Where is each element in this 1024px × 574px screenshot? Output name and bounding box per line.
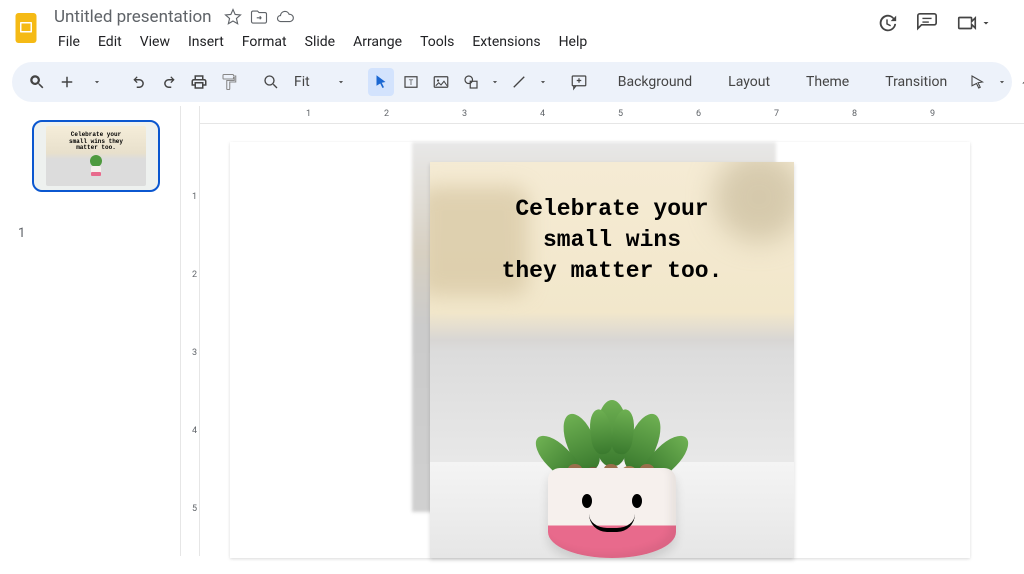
redo-button[interactable] xyxy=(156,68,182,96)
vertical-ruler: 1 2 3 4 5 xyxy=(180,106,200,556)
menu-arrange[interactable]: Arrange xyxy=(345,32,410,52)
hruler-tick: 1 xyxy=(306,109,311,119)
version-history-icon[interactable] xyxy=(876,12,898,34)
layout-button[interactable]: Layout xyxy=(718,68,780,96)
menu-tools[interactable]: Tools xyxy=(412,32,462,52)
menu-file[interactable]: File xyxy=(50,32,88,52)
star-icon[interactable] xyxy=(224,8,242,26)
textbox-button[interactable]: T xyxy=(398,68,424,96)
transition-button[interactable]: Transition xyxy=(875,68,957,96)
succulent-icon xyxy=(542,366,682,476)
menu-help[interactable]: Help xyxy=(551,32,596,52)
menu-format[interactable]: Format xyxy=(234,32,295,52)
slide-canvas[interactable]: Celebrate your small wins they matter to… xyxy=(200,124,1024,574)
hruler-tick: 9 xyxy=(930,109,935,119)
thumb-preview: Celebrate your small wins they matter to… xyxy=(46,126,146,186)
svg-text:T: T xyxy=(408,78,413,87)
title-area: Untitled presentation File Edit View Ins… xyxy=(50,6,866,54)
line-dropdown[interactable] xyxy=(536,68,550,96)
cloud-status-icon[interactable] xyxy=(276,8,294,26)
new-slide-dropdown[interactable] xyxy=(84,68,110,96)
comment-icon[interactable] xyxy=(916,12,938,34)
vruler-tick: 5 xyxy=(183,504,197,514)
hruler-tick: 8 xyxy=(852,109,857,119)
film-strip[interactable]: Celebrate your small wins they matter to… xyxy=(0,106,180,556)
hruler-tick: 2 xyxy=(384,109,389,119)
background-button[interactable]: Background xyxy=(608,68,702,96)
search-menu-button[interactable] xyxy=(24,68,50,96)
new-slide-button[interactable] xyxy=(54,68,80,96)
canvas-column: 1 2 3 4 5 6 7 8 9 Celebrate your small w… xyxy=(200,106,1024,556)
menu-view[interactable]: View xyxy=(132,32,178,52)
print-button[interactable] xyxy=(186,68,212,96)
move-folder-icon[interactable] xyxy=(250,8,268,26)
theme-button[interactable]: Theme xyxy=(796,68,859,96)
present-icon[interactable] xyxy=(956,12,978,34)
smile-icon xyxy=(589,514,635,532)
thumb-plant-icon xyxy=(84,152,108,184)
mode-dropdown[interactable] xyxy=(995,68,1009,96)
vruler-tick: 3 xyxy=(183,348,197,358)
doc-title[interactable]: Untitled presentation xyxy=(50,6,216,28)
slides-logo-icon xyxy=(12,10,40,46)
mode-selector-icon[interactable] xyxy=(965,68,991,96)
eye-icon xyxy=(582,494,592,508)
image-button[interactable] xyxy=(428,68,454,96)
header-bar: Untitled presentation File Edit View Ins… xyxy=(0,0,1024,58)
zoom-button[interactable] xyxy=(258,68,284,96)
shape-dropdown[interactable] xyxy=(488,68,502,96)
inspirational-text: Celebrate your small wins they matter to… xyxy=(450,194,774,287)
pot-icon xyxy=(548,468,676,558)
hruler-tick: 7 xyxy=(774,109,779,119)
paint-format-button[interactable] xyxy=(216,68,242,96)
vruler-tick: 2 xyxy=(183,270,197,280)
slide-number: 1 xyxy=(18,226,25,241)
slide-thumbnail-1[interactable]: Celebrate your small wins they matter to… xyxy=(32,120,160,192)
toolbar: Fit T Background Layout Theme Transition xyxy=(12,62,1012,102)
image-front[interactable]: Celebrate your small wins they matter to… xyxy=(430,162,794,558)
menu-extensions[interactable]: Extensions xyxy=(464,32,548,52)
thumb-text: Celebrate your small wins they matter to… xyxy=(64,132,128,152)
menu-bar: File Edit View Insert Format Slide Arran… xyxy=(50,30,866,54)
hide-menus-button[interactable] xyxy=(1013,68,1024,96)
shape-button[interactable] xyxy=(458,68,484,96)
hruler-tick: 4 xyxy=(540,109,545,119)
menu-insert[interactable]: Insert xyxy=(180,32,232,52)
line-button[interactable] xyxy=(506,68,532,96)
zoom-label: Fit xyxy=(294,74,310,90)
plant-illustration xyxy=(522,338,702,558)
select-tool-button[interactable] xyxy=(368,68,394,96)
zoom-level-selector[interactable]: Fit xyxy=(288,68,352,96)
chevron-down-icon xyxy=(336,77,346,87)
present-dropdown-icon[interactable] xyxy=(980,17,992,29)
horizontal-ruler: 1 2 3 4 5 6 7 8 9 xyxy=(200,106,1024,124)
hruler-tick: 5 xyxy=(618,109,623,119)
eye-icon xyxy=(632,494,642,508)
menu-slide[interactable]: Slide xyxy=(297,32,343,52)
vruler-tick: 4 xyxy=(183,426,197,436)
hruler-tick: 6 xyxy=(696,109,701,119)
hruler-tick: 3 xyxy=(462,109,467,119)
slide-1[interactable]: Celebrate your small wins they matter to… xyxy=(230,142,970,558)
menu-edit[interactable]: Edit xyxy=(90,32,130,52)
comment-add-button[interactable] xyxy=(566,68,592,96)
undo-button[interactable] xyxy=(126,68,152,96)
vruler-tick: 1 xyxy=(183,192,197,202)
